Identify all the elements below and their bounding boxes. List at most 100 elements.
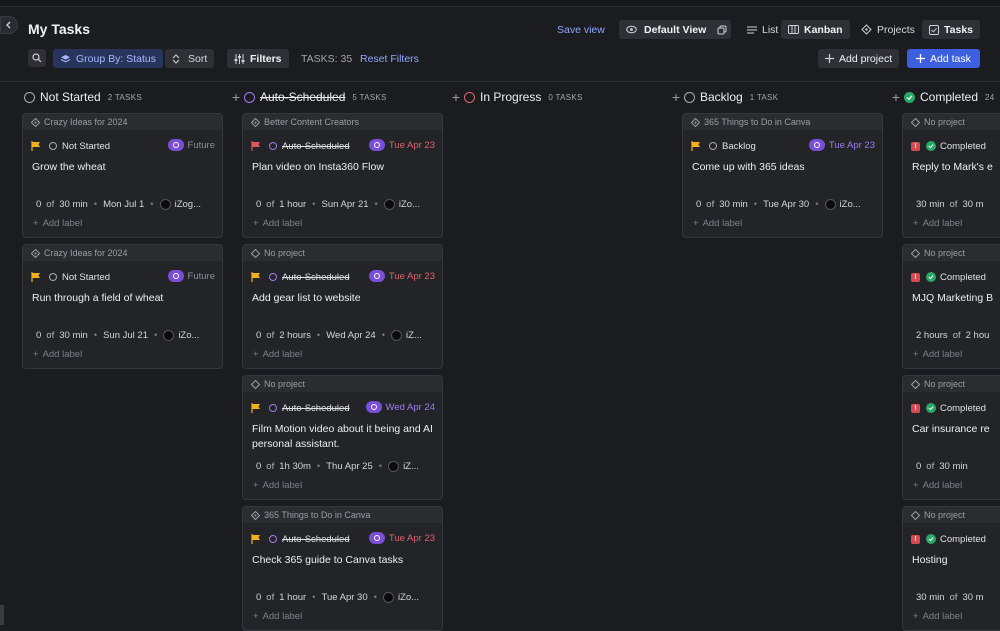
add-label-button[interactable]: + Add label — [23, 216, 222, 230]
card-time-total: 2 hou — [965, 329, 990, 341]
auto-schedule-icon[interactable] — [167, 270, 184, 282]
flag-icon[interactable] — [31, 141, 41, 151]
card-status[interactable]: Completed — [940, 534, 986, 545]
card-status[interactable]: Auto-Scheduled — [282, 272, 350, 283]
auto-schedule-icon[interactable] — [368, 532, 385, 544]
card-title[interactable]: Hosting — [903, 553, 1000, 585]
card-assignee[interactable]: iZog... — [175, 199, 201, 210]
task-card[interactable]: No project Auto-Scheduled Wed Apr 24 Fil… — [242, 375, 443, 500]
card-title[interactable]: Reply to Mark's e — [903, 160, 1000, 192]
card-date[interactable]: Thu Apr 25 — [326, 461, 372, 472]
default-view-button[interactable]: Default View — [619, 20, 732, 39]
add-label-button[interactable]: + Add label — [903, 216, 1000, 230]
auto-schedule-icon[interactable] — [167, 139, 184, 151]
add-label-button[interactable]: + Add label — [903, 347, 1000, 361]
copy-icon[interactable] — [717, 25, 727, 35]
flag-icon[interactable] — [691, 141, 701, 151]
card-status[interactable]: Completed — [940, 272, 986, 283]
flag-icon[interactable] — [251, 534, 261, 544]
task-card[interactable]: 365 Things to Do in Canva Backlog Tue Ap… — [682, 113, 883, 238]
task-card[interactable]: No project ! Completed Reply to Mark's e … — [902, 113, 1000, 238]
card-assignee[interactable]: iZo... — [399, 199, 420, 210]
card-status[interactable]: Backlog — [722, 141, 756, 152]
group-by-button[interactable]: Group By: Status — [53, 49, 163, 68]
flag-icon[interactable] — [251, 141, 261, 151]
save-view-link[interactable]: Save view — [557, 20, 605, 39]
add-task-button[interactable]: Add task — [907, 49, 980, 68]
card-status[interactable]: Auto-Scheduled — [282, 534, 350, 545]
add-label-button[interactable]: + Add label — [243, 609, 442, 623]
tasks-tab[interactable]: Tasks — [922, 20, 980, 39]
add-label-button[interactable]: + Add label — [243, 216, 442, 230]
add-label-button[interactable]: + Add label — [903, 478, 1000, 492]
auto-schedule-icon[interactable] — [368, 139, 385, 151]
filters-button[interactable]: Filters — [227, 49, 289, 68]
task-card[interactable]: Crazy Ideas for 2024 Not Started Future … — [22, 244, 223, 369]
card-title[interactable]: Grow the wheat — [23, 160, 222, 192]
card-assignee[interactable]: iZo... — [398, 592, 419, 603]
add-task-to-column-icon[interactable]: + — [672, 89, 680, 105]
card-date[interactable]: Tue Apr 30 — [763, 199, 809, 210]
flag-icon[interactable] — [251, 403, 261, 413]
card-status[interactable]: Not Started — [62, 272, 110, 283]
left-edge-handle[interactable] — [0, 605, 4, 625]
card-project: No project — [924, 379, 966, 389]
search-button[interactable] — [28, 49, 46, 67]
avatar — [824, 198, 836, 210]
flag-icon[interactable] — [251, 272, 261, 282]
task-card[interactable]: Crazy Ideas for 2024 Not Started Future … — [22, 113, 223, 238]
auto-schedule-icon[interactable] — [365, 401, 382, 413]
card-title[interactable]: Add gear list to website — [243, 291, 442, 323]
task-card[interactable]: No project ! Completed MJQ Marketing B 2 … — [902, 244, 1000, 369]
card-date[interactable]: Mon Jul 1 — [103, 199, 144, 210]
card-status[interactable]: Auto-Scheduled — [282, 403, 350, 414]
add-task-to-column-icon[interactable]: + — [892, 89, 900, 105]
card-title[interactable]: Check 365 guide to Canva tasks — [243, 553, 442, 585]
task-card[interactable]: No project Auto-Scheduled Tue Apr 23 Add… — [242, 244, 443, 369]
urgent-priority-icon[interactable]: ! — [911, 534, 920, 544]
card-assignee[interactable]: iZ... — [406, 330, 422, 341]
card-title[interactable]: Car insurance re — [903, 422, 1000, 454]
card-date[interactable]: Sun Apr 21 — [322, 199, 369, 210]
add-label-button[interactable]: + Add label — [243, 347, 442, 361]
card-time-done: 0 — [256, 591, 262, 603]
task-card[interactable]: No project ! Completed Car insurance re 0… — [902, 375, 1000, 500]
card-assignee[interactable]: iZo... — [178, 330, 199, 341]
kanban-view-button[interactable]: Kanban — [781, 20, 850, 39]
card-title[interactable]: Film Motion video about it being and AI … — [243, 422, 442, 454]
card-assignee[interactable]: iZ... — [403, 461, 419, 472]
projects-tab[interactable]: Projects — [854, 20, 922, 39]
card-title[interactable]: Come up with 365 ideas — [683, 160, 882, 192]
card-date[interactable]: Tue Apr 30 — [322, 592, 368, 603]
urgent-priority-icon[interactable]: ! — [911, 141, 920, 151]
card-date[interactable]: Sun Jul 21 — [103, 330, 148, 341]
add-label-button[interactable]: + Add label — [903, 609, 1000, 623]
add-label-button[interactable]: + Add label — [243, 478, 442, 492]
collapse-sidebar-button[interactable] — [0, 16, 18, 34]
card-title[interactable]: Run through a field of wheat — [23, 291, 222, 323]
add-label-button[interactable]: + Add label — [23, 347, 222, 361]
task-card[interactable]: No project ! Completed Hosting 30 min of 30… — [902, 506, 1000, 631]
card-title[interactable]: MJQ Marketing B — [903, 291, 1000, 323]
sort-button[interactable]: Sort — [165, 49, 215, 68]
reset-filters-link[interactable]: Reset Filters — [360, 49, 419, 68]
card-status[interactable]: Auto-Scheduled — [282, 141, 350, 152]
flag-icon[interactable] — [31, 272, 41, 282]
add-task-to-column-icon[interactable]: + — [452, 89, 460, 105]
card-assignee[interactable]: iZo... — [840, 199, 861, 210]
card-title[interactable]: Plan video on Insta360 Flow — [243, 160, 442, 192]
add-task-to-column-icon[interactable]: + — [232, 89, 240, 105]
urgent-priority-icon[interactable]: ! — [911, 272, 920, 282]
add-label-button[interactable]: + Add label — [683, 216, 882, 230]
card-status[interactable]: Completed — [940, 403, 986, 414]
card-status[interactable]: Not Started — [62, 141, 110, 152]
auto-schedule-icon[interactable] — [808, 139, 825, 151]
add-project-button[interactable]: Add project — [818, 49, 900, 68]
card-date[interactable]: Wed Apr 24 — [326, 330, 375, 341]
auto-schedule-icon[interactable] — [368, 270, 385, 282]
card-status[interactable]: Completed — [940, 141, 986, 152]
task-card[interactable]: Better Content Creators Auto-Scheduled T… — [242, 113, 443, 238]
urgent-priority-icon[interactable]: ! — [911, 403, 920, 413]
list-view-button[interactable]: List — [740, 20, 785, 39]
task-card[interactable]: 365 Things to Do in Canva Auto-Scheduled… — [242, 506, 443, 631]
